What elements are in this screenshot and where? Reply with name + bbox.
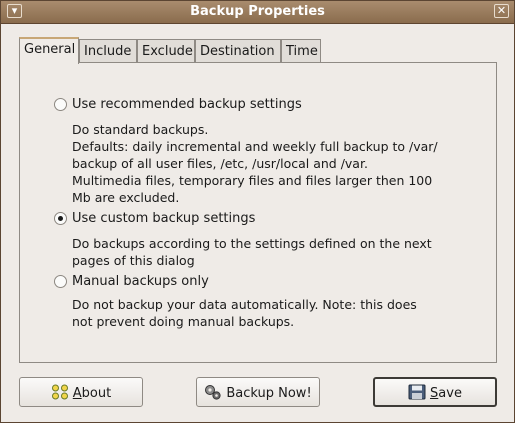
desc-line: Do not backup your data automatically. N… (72, 297, 417, 312)
tab-destination[interactable]: Destination (195, 39, 281, 62)
title-bar[interactable]: ▾ Backup Properties ✕ (1, 1, 514, 24)
desc-line: Do standard backups. (72, 122, 209, 137)
general-panel: Use recommended backup settings Do stand… (19, 62, 497, 363)
recommended-description: Do standard backups. Defaults: daily inc… (72, 121, 438, 206)
tab-general[interactable]: General (19, 37, 79, 64)
desc-line: Defaults: daily incremental and weekly f… (72, 139, 438, 154)
radio-label: Manual backups only (72, 274, 209, 289)
radio-button[interactable] (54, 275, 67, 288)
button-label: bout (81, 386, 112, 401)
backup-properties-window: ▾ Backup Properties ✕ General Include Ex… (0, 0, 515, 423)
backup-now-button[interactable]: Backup Now! (196, 377, 320, 407)
save-button[interactable]: Save (373, 377, 497, 407)
tab-time[interactable]: Time (281, 39, 321, 62)
close-icon[interactable]: ✕ (494, 4, 509, 18)
desc-line: Do backups according to the settings def… (72, 236, 432, 251)
button-label: Backup Now! (226, 386, 312, 401)
tab-exclude[interactable]: Exclude (137, 39, 195, 62)
desc-line: Mb are excluded. (72, 190, 180, 205)
floppy-disk-icon (408, 384, 426, 400)
radio-button[interactable] (54, 212, 67, 225)
manual-description: Do not backup your data automatically. N… (72, 296, 417, 330)
backup-gears-icon (205, 385, 221, 400)
desc-line: pages of this dialog (72, 253, 195, 268)
about-button[interactable]: About (19, 377, 143, 407)
mnemonic: A (72, 386, 82, 401)
button-label: ave (438, 386, 462, 401)
radio-label: Use custom backup settings (72, 211, 256, 226)
desc-line: not prevent doing manual backups. (72, 314, 295, 329)
custom-description: Do backups according to the settings def… (72, 235, 432, 269)
radio-label: Use recommended backup settings (72, 97, 302, 112)
desc-line: Multimedia files, temporary files and fi… (72, 173, 433, 188)
window-title: Backup Properties (190, 4, 325, 19)
radio-button[interactable] (54, 98, 67, 111)
about-icon (51, 384, 68, 400)
desc-line: backup of all user files, /etc, /usr/loc… (72, 156, 368, 171)
tab-include[interactable]: Include (79, 39, 137, 62)
